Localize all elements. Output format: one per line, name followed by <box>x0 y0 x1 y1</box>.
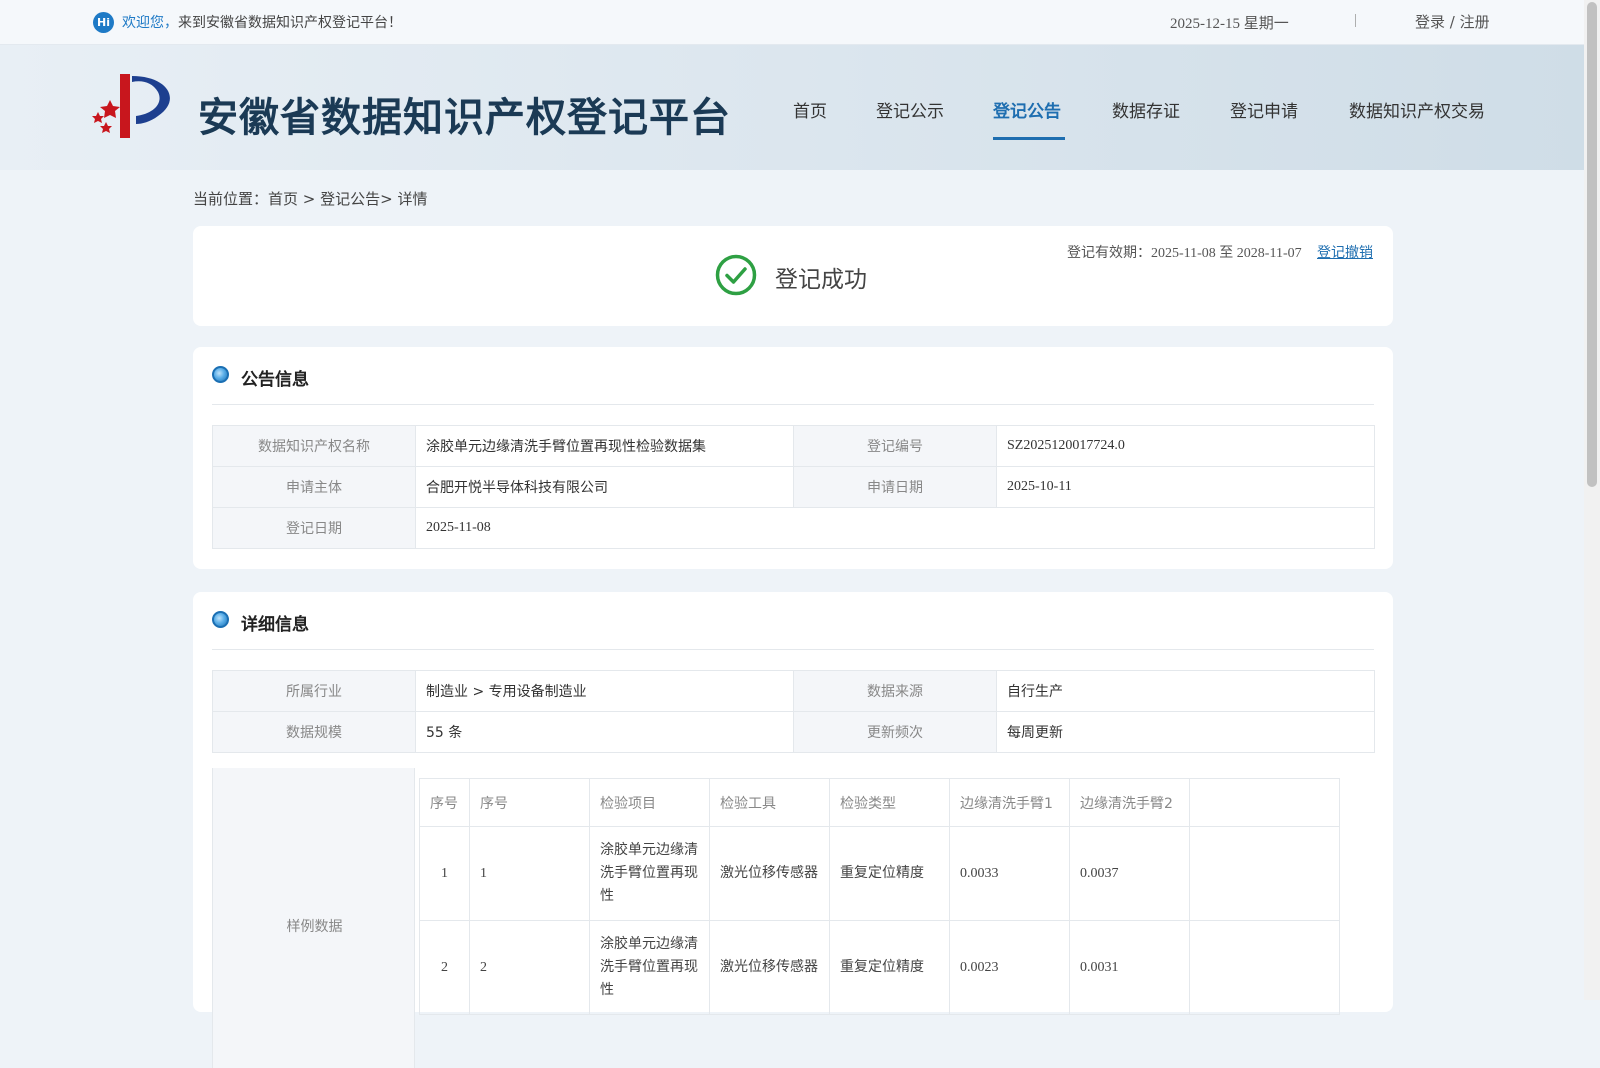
sample-cell <box>1189 826 1340 921</box>
nav-home[interactable]: 首页 <box>793 97 827 122</box>
sample-cell: 2 <box>469 920 590 1015</box>
sample-header-row: 序号 序号 检验项目 检验工具 检验类型 边缘清洗手臂1 边缘清洗手臂2 <box>419 778 1340 827</box>
breadcrumb: 当前位置：首页 > 登记公告> 详情 <box>193 188 427 209</box>
sample-cell: 0.0033 <box>949 826 1070 921</box>
sample-cell <box>1189 920 1340 1015</box>
reg-number-label: 登记编号 <box>793 425 997 467</box>
sample-header-cell: 边缘清洗手臂2 <box>1069 778 1190 827</box>
sample-header-cell: 检验工具 <box>709 778 830 827</box>
sample-cell: 激光位移传感器 <box>709 920 830 1015</box>
sample-cell: 0.0031 <box>1069 920 1190 1015</box>
data-scale-value: 55 条 <box>415 711 794 753</box>
update-frequency-label: 更新频次 <box>793 711 997 753</box>
applicant-label: 申请主体 <box>212 466 416 508</box>
welcome-suffix: 来到安徽省数据知识产权登记平台！ <box>178 15 402 31</box>
login-register-link[interactable]: 登录 / 注册 <box>1415 11 1490 32</box>
apply-date-value: 2025-10-11 <box>996 466 1375 508</box>
scrollbar-thumb[interactable] <box>1587 2 1597 487</box>
validity-label: 登记有效期： <box>1067 245 1151 261</box>
announcement-table: 数据知识产权名称 涂胶单元边缘清洗手臂位置再现性检验数据集 登记编号 SZ202… <box>212 425 1375 549</box>
section-title: 详细信息 <box>241 615 309 635</box>
ip-name-label: 数据知识产权名称 <box>212 425 416 467</box>
sample-cell: 涂胶单元边缘清洗手臂位置再现性 <box>589 826 710 921</box>
table-row: 2 2 涂胶单元边缘清洗手臂位置再现性 激光位移传感器 重复定位精度 0.002… <box>419 920 1340 1015</box>
reg-date-value: 2025-11-08 <box>415 507 1375 549</box>
sample-header-cell: 序号 <box>419 778 470 827</box>
validity-period: 登记有效期：2025-11-08 至 2028-11-07 <box>1067 242 1302 262</box>
revoke-registration-link[interactable]: 登记撤销 <box>1317 242 1373 262</box>
table-row: 数据规模 55 条 更新频次 每周更新 <box>212 711 1375 753</box>
data-scale-label: 数据规模 <box>212 711 416 753</box>
site-header: 安徽省数据知识产权登记平台 首页 登记公示 登记公告 数据存证 登记申请 数据知… <box>0 45 1584 170</box>
sample-header-cell: 检验类型 <box>829 778 950 827</box>
sample-cell: 0.0023 <box>949 920 1070 1015</box>
breadcrumb-label: 当前位置： <box>193 190 269 208</box>
nav-ip-trading[interactable]: 数据知识产权交易 <box>1349 97 1485 122</box>
site-title: 安徽省数据知识产权登记平台 <box>198 95 731 141</box>
table-row: 1 1 涂胶单元边缘清洗手臂位置再现性 激光位移传感器 重复定位精度 0.003… <box>419 826 1340 921</box>
top-bar: Hi 欢迎您，来到安徽省数据知识产权登记平台！ 2025-12-15 星期一 |… <box>0 0 1584 45</box>
sample-header-cell: 检验项目 <box>589 778 710 827</box>
section-divider <box>212 404 1374 405</box>
current-date: 2025-12-15 星期一 <box>1170 16 1289 32</box>
sample-header-cell: 序号 <box>469 778 590 827</box>
nav-data-evidence[interactable]: 数据存证 <box>1112 97 1180 122</box>
industry-label: 所属行业 <box>212 670 416 712</box>
sample-cell: 0.0037 <box>1069 826 1190 921</box>
sample-data-label-cell: 样例数据 <box>212 768 415 1068</box>
success-check-icon <box>715 254 757 296</box>
sample-header-cell <box>1189 778 1340 827</box>
data-source-label: 数据来源 <box>793 670 997 712</box>
apply-date-label: 申请日期 <box>793 466 997 508</box>
section-bullet-icon <box>212 366 229 383</box>
sample-cell: 2 <box>419 920 470 1015</box>
validity-value: 2025-11-08 至 2028-11-07 <box>1151 246 1302 261</box>
table-row: 申请主体 合肥开悦半导体科技有限公司 申请日期 2025-10-11 <box>212 466 1375 508</box>
details-section: 详细信息 所属行业 制造业 > 专用设备制造业 数据来源 自行生产 数据规模 5… <box>193 592 1393 1068</box>
table-row: 所属行业 制造业 > 专用设备制造业 数据来源 自行生产 <box>212 670 1375 712</box>
hi-icon: Hi <box>93 12 114 33</box>
applicant-value: 合肥开悦半导体科技有限公司 <box>415 466 794 508</box>
breadcrumb-path[interactable]: 首页 > 登记公告> 详情 <box>268 190 427 208</box>
status-text: 登记成功 <box>775 267 867 293</box>
top-divider: | <box>1354 12 1358 28</box>
sample-cell: 重复定位精度 <box>829 826 950 921</box>
table-row: 数据知识产权名称 涂胶单元边缘清洗手臂位置再现性检验数据集 登记编号 SZ202… <box>212 425 1375 467</box>
ip-name-value: 涂胶单元边缘清洗手臂位置再现性检验数据集 <box>415 425 794 467</box>
sample-header-cell: 边缘清洗手臂1 <box>949 778 1070 827</box>
sample-cell: 激光位移传感器 <box>709 826 830 921</box>
data-source-value: 自行生产 <box>996 670 1375 712</box>
nav-registration-announcement[interactable]: 登记公告 <box>993 97 1061 122</box>
update-frequency-value: 每周更新 <box>996 711 1375 753</box>
reg-number-value: SZ2025120017724.0 <box>996 425 1375 467</box>
announcement-section: 公告信息 数据知识产权名称 涂胶单元边缘清洗手臂位置再现性检验数据集 登记编号 … <box>193 347 1393 569</box>
nav-active-indicator <box>993 137 1065 140</box>
welcome-text: 欢迎您，来到安徽省数据知识产权登记平台！ <box>122 12 402 32</box>
sample-data-table: 序号 序号 检验项目 检验工具 检验类型 边缘清洗手臂1 边缘清洗手臂2 1 1… <box>419 778 1340 1015</box>
sample-cell: 1 <box>469 826 590 921</box>
section-divider <box>212 649 1374 650</box>
nav-registration-publicity[interactable]: 登记公示 <box>876 97 944 122</box>
registration-status-card: 登记成功 登记有效期：2025-11-08 至 2028-11-07 登记撤销 <box>193 226 1393 326</box>
details-table: 所属行业 制造业 > 专用设备制造业 数据来源 自行生产 数据规模 55 条 更… <box>212 670 1375 753</box>
welcome-prefix: 欢迎您， <box>122 15 178 31</box>
section-bullet-icon <box>212 611 229 628</box>
industry-value: 制造业 > 专用设备制造业 <box>415 670 794 712</box>
nav-registration-application[interactable]: 登记申请 <box>1230 97 1298 122</box>
platform-logo-icon <box>92 74 170 138</box>
table-row: 登记日期 2025-11-08 <box>212 507 1375 549</box>
sample-cell: 重复定位精度 <box>829 920 950 1015</box>
section-title: 公告信息 <box>241 370 309 390</box>
sample-data-label: 样例数据 <box>286 919 343 935</box>
reg-date-label: 登记日期 <box>212 507 416 549</box>
sample-cell: 1 <box>419 826 470 921</box>
sample-cell: 涂胶单元边缘清洗手臂位置再现性 <box>589 920 710 1015</box>
